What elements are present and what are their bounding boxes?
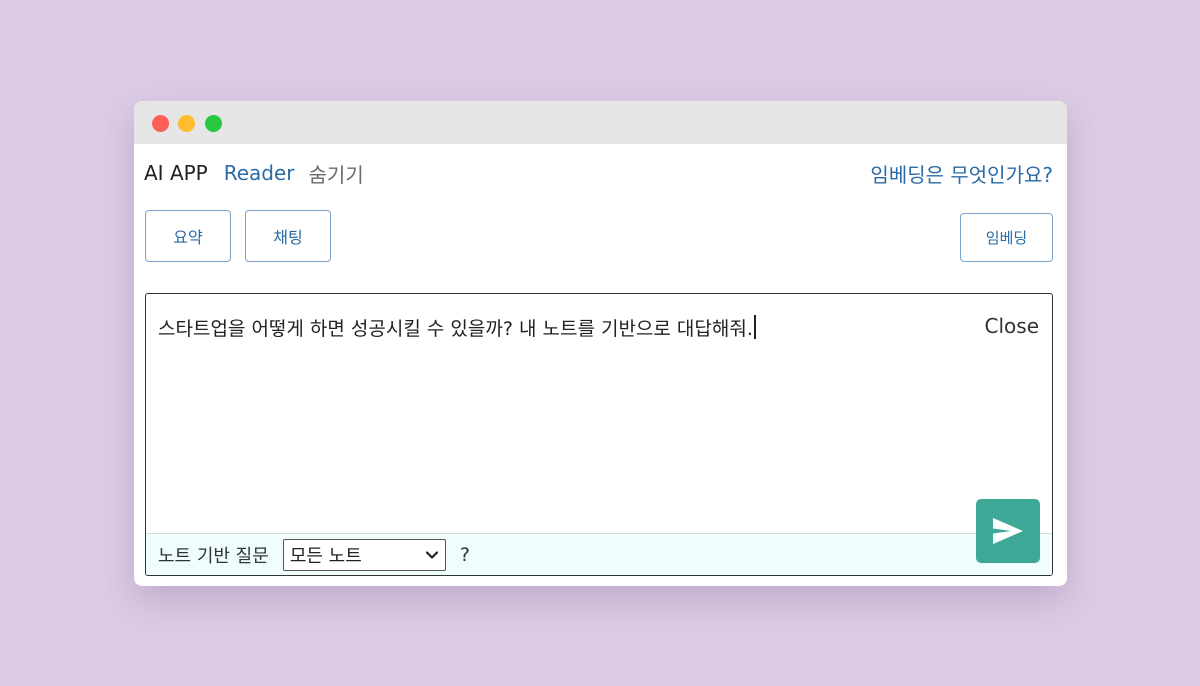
chat-button[interactable]: 채팅 [245, 210, 331, 262]
note-select-value: 모든 노트 [289, 545, 362, 567]
close-window-button[interactable] [152, 115, 169, 132]
minimize-window-button[interactable] [178, 115, 195, 132]
app-brand: AI APP [144, 161, 208, 185]
app-window: AI APP Reader 숨기기 임베딩은 무엇인가요? 요약 채팅 임베딩 … [134, 101, 1067, 586]
note-question-label: 노트 기반 질문 [158, 545, 269, 567]
chevron-down-icon [425, 550, 438, 559]
text-caret [753, 315, 756, 339]
chat-panel: 스타트업을 어떻게 하면 성공시킬 수 있을까? 내 노트를 기반으로 대답해줘… [145, 293, 1053, 576]
navbar: AI APP Reader 숨기기 임베딩은 무엇인가요? [144, 158, 1053, 188]
close-button[interactable]: Close [985, 314, 1039, 338]
paper-plane-icon [993, 518, 1023, 544]
maximize-window-button[interactable] [205, 115, 222, 132]
chat-footer: 노트 기반 질문 모든 노트 ? [146, 533, 1052, 575]
note-select[interactable]: 모든 노트 [282, 538, 446, 571]
chat-input-text: 스타트업을 어떻게 하면 성공시킬 수 있을까? 내 노트를 기반으로 대답해줘… [158, 318, 753, 340]
nav-hide-link[interactable]: 숨기기 [309, 159, 364, 188]
embedding-question-link[interactable]: 임베딩은 무엇인가요? [870, 159, 1053, 188]
nav-reader-link[interactable]: Reader [224, 161, 295, 185]
title-bar [134, 101, 1067, 144]
embedding-button[interactable]: 임베딩 [960, 213, 1053, 262]
chat-input[interactable]: 스타트업을 어떻게 하면 성공시킬 수 있을까? 내 노트를 기반으로 대답해줘… [158, 314, 862, 341]
summary-button[interactable]: 요약 [145, 210, 231, 262]
help-icon[interactable]: ? [460, 544, 470, 566]
send-button[interactable] [976, 499, 1040, 563]
